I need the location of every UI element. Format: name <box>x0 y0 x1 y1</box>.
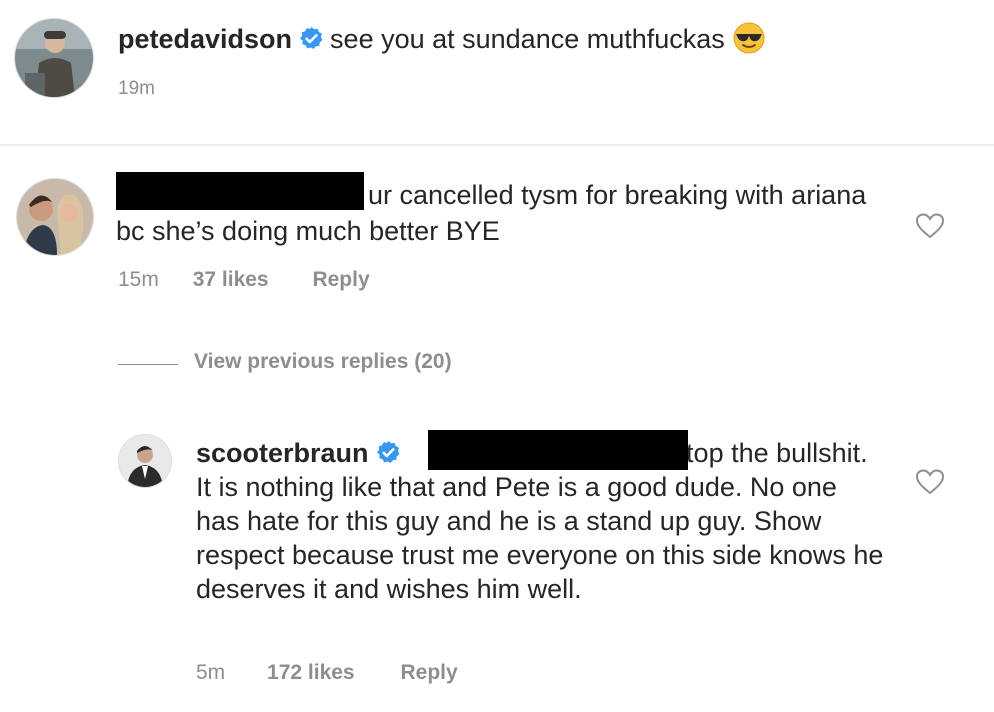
avatar-petedavidson[interactable] <box>14 18 94 98</box>
reply-button[interactable]: Reply <box>400 661 457 685</box>
avatar-commenter[interactable] <box>16 178 94 256</box>
heart-outline-icon <box>916 213 944 239</box>
comment-text: ur cancelled tysm for breaking with aria… <box>116 180 867 246</box>
comment-likes[interactable]: 37 likes <box>193 268 269 292</box>
comment-timestamp: 15m <box>118 268 159 291</box>
post-caption: petedavidson see you at sundance muthfuck… <box>0 0 994 145</box>
post-username[interactable]: petedavidson <box>118 24 292 54</box>
reply-button[interactable]: Reply <box>312 268 369 292</box>
divider <box>0 144 994 146</box>
reply-likes[interactable]: 172 likes <box>267 661 355 685</box>
like-button[interactable] <box>916 469 944 495</box>
verified-badge-icon <box>376 440 401 465</box>
post-timestamp: 19m <box>118 78 155 99</box>
heart-outline-icon <box>916 469 944 495</box>
like-button[interactable] <box>916 213 944 239</box>
reply-timestamp: 5m <box>196 661 226 684</box>
reply-username[interactable]: scooterbraun <box>196 438 369 468</box>
post-caption-text: see you at sundance muthfuckas <box>330 24 725 54</box>
replies-divider-line <box>118 364 178 365</box>
redacted-mention <box>428 430 688 470</box>
view-replies-label[interactable]: View previous replies (20) <box>194 350 452 374</box>
sunglasses-emoji-icon <box>733 22 765 54</box>
avatar-scooterbraun[interactable] <box>118 434 172 488</box>
verified-badge-icon <box>299 26 324 51</box>
